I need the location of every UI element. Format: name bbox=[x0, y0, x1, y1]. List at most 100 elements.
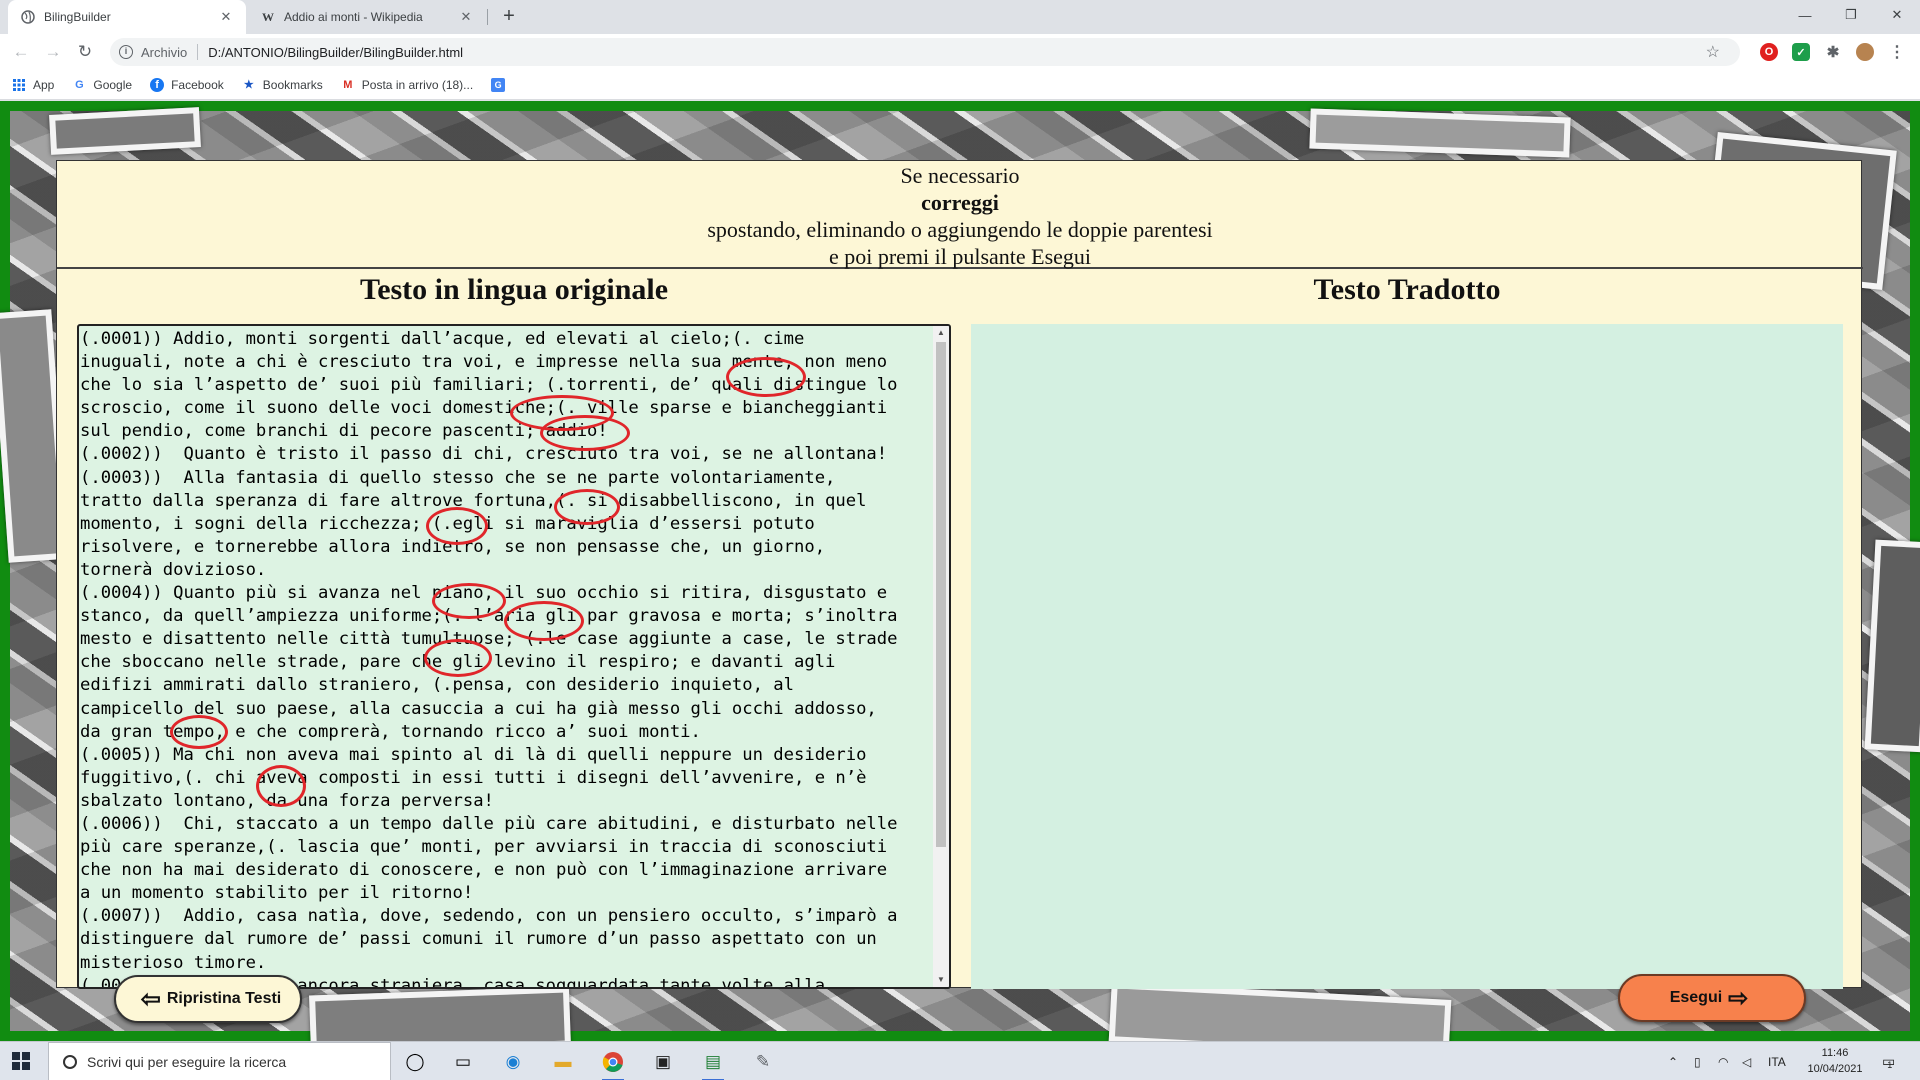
shield-extension-icon[interactable]: ✓ bbox=[1792, 43, 1810, 61]
text-line: sul pendio, come branchi di pecore pasce… bbox=[80, 421, 608, 442]
new-tab-button[interactable]: + bbox=[498, 6, 520, 28]
cortana-icon[interactable]: ◯ bbox=[400, 1047, 430, 1077]
restore-icon[interactable]: ❐ bbox=[1828, 0, 1874, 30]
bookmark-star-icon[interactable]: ☆ bbox=[1706, 42, 1720, 62]
apps-grid-icon bbox=[12, 78, 26, 92]
instruction-emphasis: correggi bbox=[921, 190, 999, 215]
taskbar-clock[interactable]: 11:46 10/04/2021 bbox=[1800, 1045, 1870, 1077]
background-photo bbox=[1309, 108, 1571, 158]
close-tab-icon[interactable]: ✕ bbox=[458, 9, 474, 25]
windows-taskbar: Scrivi qui per eseguire la ricerca ◯ ▭ ◉… bbox=[0, 1041, 1920, 1080]
spreadsheet-icon[interactable]: ▤ bbox=[698, 1047, 728, 1080]
text-line: (.0006)) Chi, staccato a un tempo dalle … bbox=[80, 813, 898, 834]
tab-bilingbuilder[interactable]: BilingBuilder ✕ bbox=[8, 0, 246, 34]
scrollbar-thumb[interactable] bbox=[936, 342, 946, 847]
browser-toolbar: ← → ↻ i Archivio D:/ANTONIO/BilingBuilde… bbox=[0, 34, 1920, 70]
bookmark-label: Google bbox=[93, 77, 133, 92]
page-viewport: Se necessario correggi spostando, elimin… bbox=[0, 101, 1920, 1060]
text-line: (.0005)) Ma chi non aveva mai spinto al … bbox=[80, 744, 867, 765]
bookmark-apps[interactable]: App bbox=[12, 78, 54, 92]
gmail-icon: M bbox=[343, 78, 353, 91]
translated-column-title: Testo Tradotto bbox=[1313, 273, 1501, 306]
tray-device-icon[interactable]: ▯ bbox=[1694, 1042, 1701, 1080]
original-text-area[interactable]: (.0001)) Addio, monti sorgenti dall’acqu… bbox=[77, 324, 951, 989]
forward-icon[interactable]: → bbox=[41, 40, 65, 64]
address-url: D:/ANTONIO/BilingBuilder/BilingBuilder.h… bbox=[208, 44, 464, 60]
text-line: più care speranze,(. lascia que’ monti, … bbox=[80, 837, 888, 858]
text-line: da gran tempo, e che comprerà, tornando … bbox=[80, 721, 701, 742]
opera-extension-icon[interactable]: O bbox=[1760, 43, 1778, 61]
extensions-puzzle-icon[interactable]: ✱ bbox=[1824, 43, 1842, 61]
text-line: risolvere, e tornerebbe allora indietro,… bbox=[80, 536, 826, 557]
run-label: Esegui bbox=[1669, 989, 1723, 1006]
text-line: mesto e disattento nelle città tumultuos… bbox=[80, 629, 898, 650]
reload-icon[interactable]: ↻ bbox=[73, 40, 97, 64]
wikipedia-icon: W bbox=[262, 9, 274, 24]
bookmark-google[interactable]: G Google bbox=[72, 78, 132, 92]
text-line: sbalzato lontano, da una forza perversa! bbox=[80, 790, 494, 811]
minimize-icon[interactable]: — bbox=[1782, 0, 1828, 30]
text-line: che lo sia l’aspetto de’ suoi più famili… bbox=[80, 375, 898, 396]
tab-wikipedia[interactable]: W Addio ai monti - Wikipedia ✕ bbox=[248, 0, 486, 34]
notifications-icon[interactable]: ▭ 1 bbox=[1882, 1042, 1895, 1080]
bookmark-gmail[interactable]: M Posta in arrivo (18)... bbox=[341, 78, 473, 92]
text-line: (.0001)) Addio, monti sorgenti dall’acqu… bbox=[80, 329, 805, 349]
main-panel: Se necessario correggi spostando, elimin… bbox=[56, 160, 1863, 989]
instruction-line: spostando, eliminando o aggiungendo le d… bbox=[707, 217, 1213, 242]
browser-tab-strip: BilingBuilder ✕ W Addio ai monti - Wikip… bbox=[0, 0, 1920, 34]
text-line: (.0002)) Quanto è tristo il passo di chi… bbox=[80, 444, 888, 465]
scroll-down-icon[interactable]: ▼ bbox=[933, 973, 949, 987]
reset-texts-button[interactable]: ⇦ Ripristina Testi bbox=[114, 975, 302, 1023]
network-icon[interactable]: ◠ bbox=[1718, 1042, 1728, 1080]
text-line: edifizi ammirati dallo straniero, (.pens… bbox=[80, 675, 794, 696]
terminal-icon[interactable]: ▣ bbox=[648, 1047, 678, 1077]
file-explorer-icon[interactable]: ▬ bbox=[548, 1047, 578, 1077]
windows-start-icon[interactable] bbox=[12, 1052, 30, 1070]
facebook-icon: f bbox=[150, 77, 165, 92]
vertical-scrollbar[interactable]: ▲ ▼ bbox=[933, 326, 949, 987]
address-separator bbox=[197, 44, 199, 60]
pen-icon[interactable]: ✎ bbox=[748, 1047, 778, 1077]
edge-icon[interactable]: ◉ bbox=[498, 1047, 528, 1077]
translated-text-area[interactable] bbox=[971, 324, 1843, 989]
bookmark-label: Bookmarks bbox=[262, 77, 323, 92]
address-bar[interactable]: i Archivio D:/ANTONIO/BilingBuilder/Bili… bbox=[110, 38, 1740, 66]
volume-icon[interactable]: ◁ bbox=[1742, 1042, 1751, 1080]
text-line: (.0003)) Alla fantasia di quello stesso … bbox=[80, 467, 836, 488]
google-icon: G bbox=[75, 78, 84, 91]
chrome-icon[interactable] bbox=[598, 1047, 628, 1080]
menu-kebab-icon[interactable]: ⋮ bbox=[1888, 43, 1906, 61]
text-line: tornerà dovizioso. bbox=[80, 559, 267, 580]
background-photo bbox=[49, 107, 201, 155]
clock-time: 11:46 bbox=[1821, 1047, 1849, 1059]
notification-count: 1 bbox=[1887, 1059, 1893, 1070]
instruction-line: Se necessario bbox=[900, 163, 1020, 188]
close-tab-icon[interactable]: ✕ bbox=[218, 9, 234, 25]
star-icon: ★ bbox=[243, 79, 254, 91]
translate-icon: G bbox=[491, 77, 506, 92]
original-text-content[interactable]: (.0001)) Addio, monti sorgenti dall’acqu… bbox=[79, 328, 934, 987]
close-window-icon[interactable]: ✕ bbox=[1874, 0, 1920, 30]
scroll-up-icon[interactable]: ▲ bbox=[933, 326, 949, 340]
arrow-left-icon: ⇦ bbox=[140, 985, 161, 1013]
instructions-box: Se necessario correggi spostando, elimin… bbox=[57, 161, 1863, 269]
bookmark-translate[interactable]: G bbox=[491, 77, 512, 92]
bookmark-folder[interactable]: ★ Bookmarks bbox=[242, 78, 323, 92]
text-line: tratto dalla speranza di fare altrove fo… bbox=[80, 490, 867, 511]
info-icon[interactable]: i bbox=[119, 45, 133, 59]
back-icon[interactable]: ← bbox=[9, 40, 33, 64]
reset-texts-label: Ripristina Testi bbox=[166, 990, 282, 1007]
text-line: che sboccano nelle strade, pare che gli … bbox=[80, 652, 836, 673]
profile-avatar[interactable] bbox=[1856, 43, 1874, 61]
tray-chevron-icon[interactable]: ⌃ bbox=[1668, 1042, 1678, 1080]
bookmark-label: Posta in arrivo (18)... bbox=[361, 77, 474, 92]
task-view-icon[interactable]: ▭ bbox=[448, 1047, 478, 1077]
text-line: (.0004)) Quanto più si avanza nel piano,… bbox=[80, 583, 888, 604]
run-button[interactable]: Esegui ⇨ bbox=[1618, 974, 1806, 1022]
text-line: distinguere dal rumore de’ passi comuni … bbox=[80, 929, 877, 950]
text-line: inuguali, note a chi è cresciuto tra voi… bbox=[80, 352, 888, 373]
taskbar-search-box[interactable]: Scrivi qui per eseguire la ricerca bbox=[48, 1042, 391, 1080]
text-line: fuggitivo,(. chi aveva composti in essi … bbox=[80, 767, 867, 788]
bookmark-facebook[interactable]: f Facebook bbox=[150, 77, 224, 92]
input-language[interactable]: ITA bbox=[1768, 1042, 1786, 1080]
